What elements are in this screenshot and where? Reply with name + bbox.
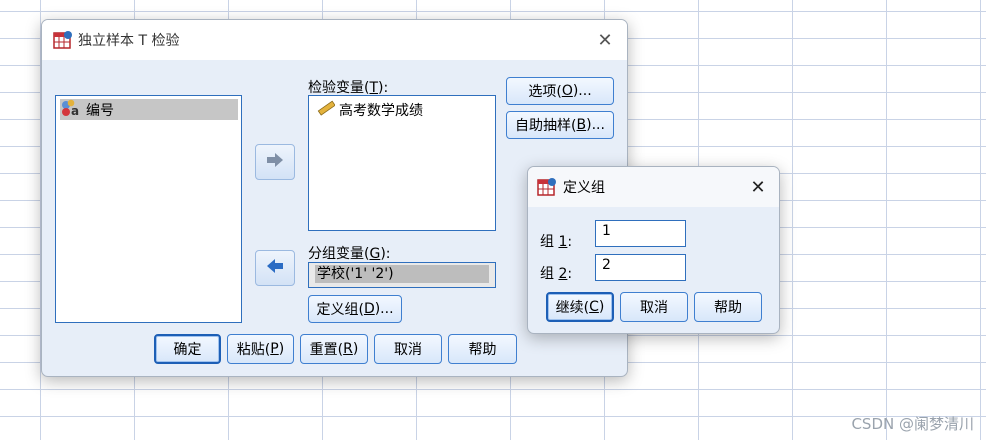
reset-button[interactable]: 重置(R) (300, 334, 368, 364)
group1-input[interactable]: 1 (595, 220, 686, 247)
options-button[interactable]: 选项(O)... (506, 77, 614, 105)
spss-app-icon (537, 177, 557, 197)
list-item[interactable]: 高考数学成绩 (317, 100, 423, 120)
nominal-variable-icon: a (60, 99, 82, 121)
cancel-button[interactable]: 取消 (374, 334, 442, 364)
test-variables-label: 检验变量(T): (308, 80, 389, 96)
main-dialog-title: 独立样本 T 检验 (78, 33, 180, 49)
test-variables-list[interactable]: 高考数学成绩 (308, 95, 496, 231)
main-titlebar: 独立样本 T 检验 ✕ (42, 20, 627, 60)
grouping-variable-field[interactable]: 学校('1' '2') (308, 262, 496, 288)
watermark: CSDN @阑梦清川 (851, 415, 974, 433)
list-item[interactable]: a 编号 (60, 99, 238, 120)
ok-button[interactable]: 确定 (154, 334, 221, 364)
define-groups-button[interactable]: 定义组(D)... (308, 295, 402, 323)
grouping-variable-label: 分组变量(G): (308, 246, 391, 262)
group2-input[interactable]: 2 (595, 254, 686, 281)
group2-label: 组 2: (540, 266, 573, 282)
paste-button[interactable]: 粘贴(P) (227, 334, 294, 364)
define-groups-dialog: 定义组 ✕ 组 1: 1 组 2: 2 继续(C) 取消 帮助 (527, 166, 780, 334)
spss-app-icon (53, 30, 73, 50)
arrow-left-icon (265, 258, 285, 278)
move-to-test-vars-button[interactable] (255, 144, 295, 180)
variable-label: 高考数学成绩 (339, 103, 423, 119)
svg-text:a: a (71, 104, 79, 117)
group1-label: 组 1: (540, 234, 573, 250)
grouping-variable-value: 学校('1' '2') (315, 265, 489, 283)
close-icon[interactable]: ✕ (591, 26, 619, 54)
close-icon[interactable]: ✕ (744, 173, 772, 201)
bootstrap-button[interactable]: 自助抽样(B)... (506, 111, 614, 139)
scale-ruler-icon (317, 100, 336, 120)
help-button[interactable]: 帮助 (448, 334, 517, 364)
help-button[interactable]: 帮助 (694, 292, 762, 322)
continue-button[interactable]: 继续(C) (546, 292, 614, 322)
cancel-button[interactable]: 取消 (620, 292, 688, 322)
arrow-right-icon (265, 152, 285, 172)
variable-label: 编号 (86, 102, 114, 119)
move-to-group-var-button[interactable] (255, 250, 295, 286)
source-variable-list[interactable]: a 编号 (55, 95, 242, 323)
define-groups-title: 定义组 (563, 180, 605, 196)
define-groups-titlebar: 定义组 ✕ (528, 167, 779, 207)
